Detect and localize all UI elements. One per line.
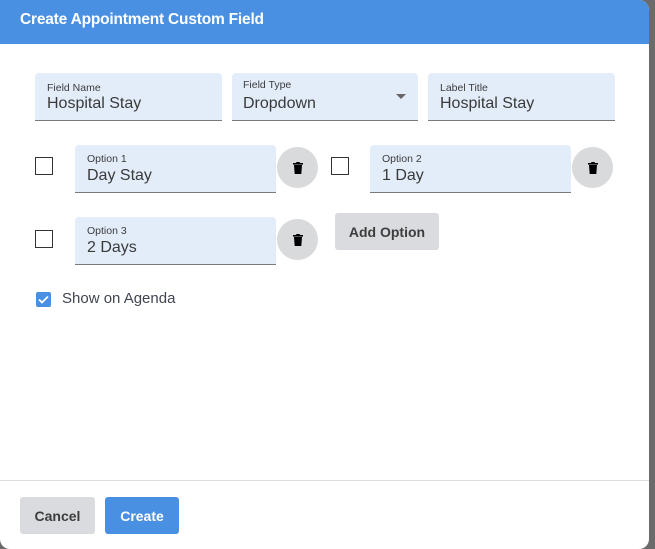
field-type-select[interactable]: Field Type Dropdown	[232, 73, 418, 121]
caret-down-icon	[396, 94, 406, 99]
option-1-checkbox[interactable]	[35, 157, 53, 175]
option-1-label: Option 1	[87, 153, 127, 165]
delete-option-1-button[interactable]	[277, 147, 318, 188]
delete-option-2-button[interactable]	[572, 147, 613, 188]
show-on-agenda-checkbox[interactable]	[36, 292, 51, 307]
option-1-value[interactable]	[87, 167, 264, 185]
field-type-label: Field Type	[243, 79, 292, 91]
option-3-input[interactable]: Option 3	[75, 217, 276, 265]
option-2-input[interactable]: Option 2	[370, 145, 571, 193]
delete-option-3-button[interactable]	[277, 219, 318, 260]
cancel-button[interactable]: Cancel	[20, 497, 95, 534]
trash-icon	[587, 161, 598, 174]
option-3-value[interactable]	[87, 239, 264, 257]
option-3-checkbox[interactable]	[35, 230, 53, 248]
trash-icon	[292, 233, 303, 246]
dialog-header: Create Appointment Custom Field	[0, 0, 649, 44]
option-3-label: Option 3	[87, 225, 127, 237]
label-title-label: Label Title	[440, 82, 488, 94]
create-button[interactable]: Create	[105, 497, 179, 534]
option-2-label: Option 2	[382, 153, 422, 165]
label-title-input[interactable]: Label Title	[428, 73, 615, 121]
field-type-value: Dropdown	[243, 95, 316, 112]
show-on-agenda-label: Show on Agenda	[62, 290, 176, 307]
create-custom-field-dialog: Create Appointment Custom Field Field Na…	[0, 0, 649, 549]
dialog-title: Create Appointment Custom Field	[20, 11, 264, 28]
field-name-label: Field Name	[47, 82, 101, 94]
trash-icon	[292, 161, 303, 174]
check-icon	[38, 295, 49, 304]
field-name-value[interactable]	[47, 95, 210, 113]
add-option-button[interactable]: Add Option	[335, 213, 439, 250]
footer-divider	[0, 480, 649, 481]
option-2-value[interactable]	[382, 167, 559, 185]
option-2-checkbox[interactable]	[331, 157, 349, 175]
field-name-input[interactable]: Field Name	[35, 73, 222, 121]
label-title-value[interactable]	[440, 95, 603, 113]
option-1-input[interactable]: Option 1	[75, 145, 276, 193]
